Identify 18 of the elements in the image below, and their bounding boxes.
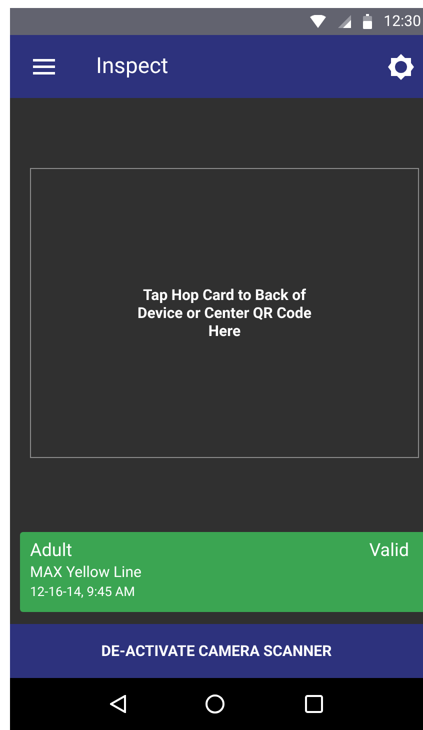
recents-icon[interactable] bbox=[305, 695, 324, 713]
scanner-prompt: Tap Hop Card to Back of Device or Center QR Code Here bbox=[136, 286, 312, 340]
validity-status: Valid bbox=[369, 540, 409, 561]
menu-icon bbox=[33, 58, 55, 74]
fare-type: Adult bbox=[30, 540, 72, 561]
timestamp: 12-16-14, 9:45 AM bbox=[30, 584, 136, 602]
transit-line: MAX Yellow Line bbox=[30, 562, 142, 583]
menu-button[interactable] bbox=[32, 56, 56, 76]
status-time: 12:30 bbox=[384, 11, 421, 32]
screen-title: Inspect bbox=[96, 53, 168, 81]
deactivate-scanner-button[interactable]: DE-ACTIVATE CAMERA SCANNER bbox=[10, 624, 423, 678]
back-icon[interactable] bbox=[110, 695, 126, 713]
signal-icon bbox=[338, 15, 351, 28]
home-icon[interactable] bbox=[205, 694, 226, 714]
settings-button[interactable] bbox=[387, 52, 415, 80]
settings-icon bbox=[388, 54, 414, 80]
wifi-icon bbox=[310, 15, 326, 28]
battery-icon bbox=[362, 14, 372, 29]
